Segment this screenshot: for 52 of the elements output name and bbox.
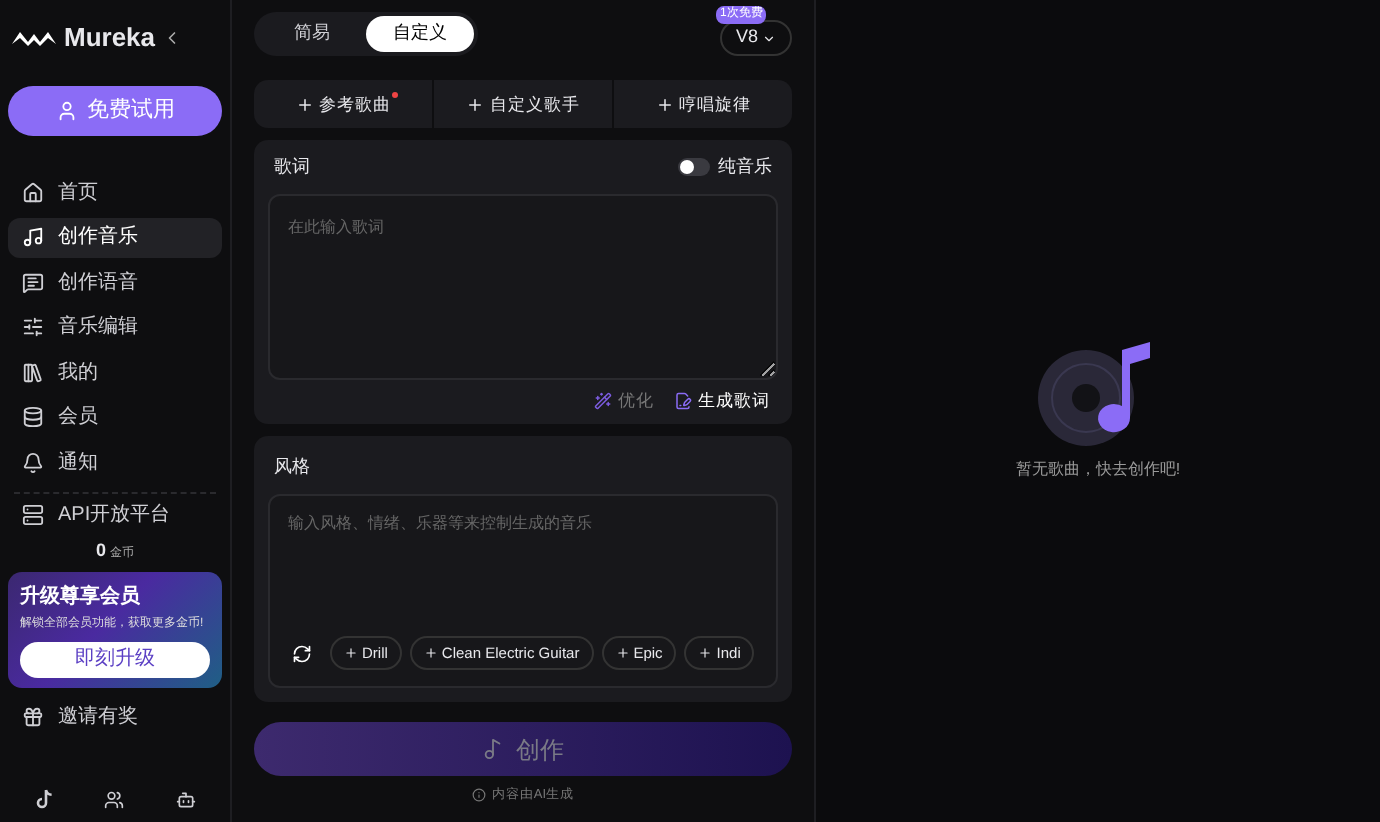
caret-icon: [762, 31, 776, 45]
bell-icon: [22, 451, 44, 474]
upgrade-title: 升级尊享会员: [20, 582, 142, 611]
voice-icon: [22, 271, 44, 294]
magic-wand-icon: [594, 392, 612, 410]
music-note-icon: [482, 738, 504, 760]
instrumental-switch[interactable]: [678, 158, 710, 177]
coin-count: 0: [95, 538, 106, 564]
plus-icon: [615, 646, 630, 660]
info-icon: [471, 788, 486, 803]
tiktok-icon[interactable]: [33, 788, 54, 810]
logo-icon: [12, 28, 56, 48]
nav-item[interactable]: 通知: [8, 442, 222, 483]
empty-state-text: 暂无歌曲，快去创作吧!: [1015, 457, 1181, 481]
lyrics-field[interactable]: 在此输入歌词: [268, 193, 778, 379]
bot-icon[interactable]: [176, 789, 197, 809]
community-icon[interactable]: [104, 789, 125, 809]
style-placeholder: 输入风格、情绪、乐器等来控制生成的音乐: [286, 512, 594, 536]
nav-item[interactable]: 会员: [8, 397, 222, 438]
plus-icon: [344, 646, 358, 660]
add-button[interactable]: 自定义歌手: [432, 80, 612, 128]
nav-item[interactable]: API开放平台: [8, 493, 222, 537]
plus-icon: [698, 646, 713, 660]
gift-icon: [22, 706, 44, 728]
upgrade-button[interactable]: 即刻升级: [20, 641, 210, 677]
instrumental-label: 纯音乐: [718, 154, 772, 180]
refresh-icon[interactable]: [292, 643, 312, 663]
nav-item[interactable]: 创作语音: [8, 262, 222, 303]
plus-icon: [295, 95, 313, 113]
version-select[interactable]: V8: [720, 20, 792, 56]
nav-item[interactable]: 我的: [8, 352, 222, 393]
add-button[interactable]: 哼唱旋律: [612, 80, 792, 128]
logo-text: Mureka: [64, 20, 156, 57]
style-title: 风格: [272, 453, 312, 479]
nav-item[interactable]: 首页: [8, 172, 222, 213]
library-icon: [22, 361, 44, 384]
music-icon: [22, 226, 44, 249]
add-button[interactable]: 参考歌曲: [254, 80, 432, 128]
plus-icon: [655, 95, 673, 113]
nav-item[interactable]: 邀请有奖: [8, 695, 222, 739]
user-icon: [55, 100, 77, 122]
plus-icon: [423, 646, 438, 660]
mode-tab[interactable]: 自定义: [366, 15, 474, 51]
plus-icon: [466, 95, 484, 113]
mode-tab[interactable]: 简易: [258, 15, 366, 51]
lyrics-title: 歌词: [274, 154, 310, 180]
nav-item[interactable]: 创作音乐: [8, 217, 222, 258]
trial-button[interactable]: 免费试用: [8, 86, 222, 136]
nav-item[interactable]: 音乐编辑: [8, 307, 222, 348]
home-icon: [22, 181, 44, 204]
generate-lyrics-button[interactable]: 生成歌词: [674, 388, 770, 414]
server-icon: [22, 504, 44, 526]
